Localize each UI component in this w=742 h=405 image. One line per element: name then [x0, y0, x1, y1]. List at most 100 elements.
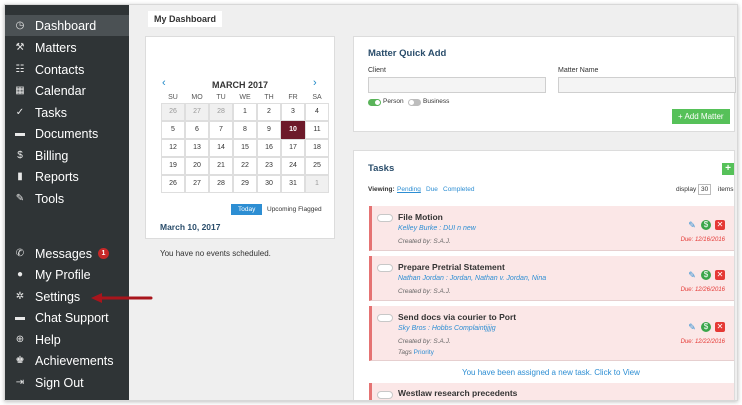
display-count-select[interactable]: 30 — [698, 184, 712, 195]
calendar-day[interactable]: 19 — [161, 157, 185, 175]
task-item[interactable]: Prepare Pretrial Statement Nathan Jordan… — [369, 256, 734, 301]
calendar-day[interactable]: 18 — [305, 139, 329, 157]
calendar-day[interactable]: 20 — [185, 157, 209, 175]
calendar-day[interactable]: 30 — [257, 175, 281, 193]
quick-add-title: Matter Quick Add — [368, 48, 447, 59]
sidebar-item-my-profile[interactable]: ● My Profile — [5, 264, 129, 285]
sidebar-item-sign-out[interactable]: ⇥ Sign Out — [5, 372, 129, 393]
calendar-day[interactable]: 27 — [185, 103, 209, 121]
add-task-button[interactable]: + — [722, 163, 734, 175]
filter-due[interactable]: Due — [426, 186, 438, 193]
task-complete-toggle[interactable] — [377, 214, 393, 222]
task-title: Send docs via courier to Port — [398, 312, 517, 322]
pencil-icon[interactable]: ✎ — [687, 270, 697, 280]
calendar-day[interactable]: 4 — [305, 103, 329, 121]
calendar-day[interactable]: 7 — [209, 121, 233, 139]
sidebar-item-contacts[interactable]: ☷ Contacts — [5, 59, 129, 80]
calendar-day[interactable]: 28 — [209, 175, 233, 193]
task-matter-link[interactable]: Nathan Jordan : Jordan, Nathan v. Jordan… — [398, 275, 546, 282]
weekday-label: FR — [288, 94, 298, 101]
pencil-icon[interactable]: ✎ — [687, 220, 697, 230]
sidebar-item-messages[interactable]: ✆ Messages 1 — [5, 243, 129, 264]
task-matter-link[interactable]: Kelley Burke : DUI n new — [398, 225, 476, 232]
calendar-day[interactable]: 28 — [209, 103, 233, 121]
calendar-day[interactable]: 6 — [185, 121, 209, 139]
dollar-icon[interactable]: $ — [701, 270, 711, 280]
calendar-day[interactable]: 17 — [281, 139, 305, 157]
calendar-day[interactable]: 27 — [185, 175, 209, 193]
calendar-day[interactable]: 26 — [161, 175, 185, 193]
sidebar-item-chat-support[interactable]: ▬ Chat Support — [5, 307, 129, 328]
matter-name-input[interactable] — [558, 77, 736, 93]
close-icon[interactable]: ✕ — [715, 220, 725, 230]
calendar-day[interactable]: 9 — [257, 121, 281, 139]
business-label: Business — [423, 98, 450, 105]
plus-icon: + — [725, 163, 731, 174]
calendar-day[interactable]: 12 — [161, 139, 185, 157]
calendar-day[interactable]: 23 — [257, 157, 281, 175]
calendar-day[interactable]: 26 — [161, 103, 185, 121]
task-complete-toggle[interactable] — [377, 264, 393, 272]
calendar-day[interactable]: 1 — [233, 103, 257, 121]
sidebar-item-label: My Profile — [35, 267, 91, 282]
calendar-day[interactable]: 24 — [281, 157, 305, 175]
add-matter-button[interactable]: + Add Matter — [672, 109, 730, 124]
new-task-notice[interactable]: You have been assigned a new task. Click… — [462, 368, 640, 377]
calendar-day[interactable]: 13 — [185, 139, 209, 157]
dollar-icon[interactable]: $ — [701, 322, 711, 332]
sidebar-item-achievements[interactable]: ♚ Achievements — [5, 350, 129, 371]
calendar-day[interactable]: 29 — [233, 175, 257, 193]
calendar-day[interactable]: 5 — [161, 121, 185, 139]
sidebar-item-reports[interactable]: ▮ Reports — [5, 166, 129, 187]
calendar-panel: ‹ MARCH 2017 › SU MO TU WE TH FR SA 26 2… — [145, 36, 335, 258]
next-month-button[interactable]: › — [313, 77, 317, 89]
calendar-day[interactable]: 3 — [281, 103, 305, 121]
weekday-label: TH — [264, 94, 274, 101]
client-input[interactable] — [368, 77, 546, 93]
sidebar-item-billing[interactable]: $ Billing — [5, 145, 129, 166]
task-item[interactable]: Send docs via courier to Port Sky Bros :… — [369, 306, 734, 361]
tag-priority[interactable]: Priority — [414, 349, 434, 356]
close-icon[interactable]: ✕ — [715, 270, 725, 280]
calendar-day[interactable]: 25 — [305, 157, 329, 175]
calendar-day[interactable]: 21 — [209, 157, 233, 175]
calendar-day[interactable]: 2 — [257, 103, 281, 121]
task-matter-link[interactable]: Sky Bros : Hobbs Complaintjjjjg — [398, 325, 496, 332]
calendar-day[interactable]: 31 — [281, 175, 305, 193]
filter-pending[interactable]: Pending — [397, 186, 421, 193]
calendar-day[interactable]: 22 — [233, 157, 257, 175]
calendar-day[interactable]: 8 — [233, 121, 257, 139]
business-toggle[interactable] — [408, 99, 421, 106]
lifebuoy-icon: ⊕ — [15, 334, 25, 345]
upcoming-flagged-button[interactable]: Upcoming Flagged — [267, 206, 322, 213]
sidebar-item-tasks[interactable]: ✓ Tasks — [5, 102, 129, 123]
sidebar-item-documents[interactable]: ▬ Documents — [5, 123, 129, 144]
task-item[interactable]: File Motion Kelley Burke : DUI n new Cre… — [369, 206, 734, 251]
calendar-day[interactable]: 15 — [233, 139, 257, 157]
weekday-label: TU — [216, 94, 226, 101]
sidebar-item-dashboard[interactable]: ◷ Dashboard — [5, 15, 129, 36]
sidebar-item-label: Dashboard — [35, 18, 97, 33]
calendar-day[interactable]: 16 — [257, 139, 281, 157]
person-toggle[interactable] — [368, 99, 381, 106]
sidebar-item-label: Documents — [35, 126, 99, 141]
filter-completed[interactable]: Completed — [443, 186, 474, 193]
today-button[interactable]: Today — [231, 204, 263, 215]
sidebar-item-tools[interactable]: ✎ Tools — [5, 188, 129, 209]
pencil-icon[interactable]: ✎ — [687, 322, 697, 332]
weekday-label: WE — [239, 94, 251, 101]
calendar-day[interactable]: 1 — [305, 175, 329, 193]
task-item[interactable]: Westlaw research precedents — [369, 383, 734, 400]
sidebar-item-matters[interactable]: ⚒ Matters — [5, 37, 129, 58]
calendar-day-selected[interactable]: 10 — [281, 121, 305, 139]
weekday-label: SU — [168, 94, 178, 101]
dollar-icon[interactable]: $ — [701, 220, 711, 230]
calendar-day[interactable]: 11 — [305, 121, 329, 139]
check-icon: ✓ — [15, 107, 25, 118]
close-icon[interactable]: ✕ — [715, 322, 725, 332]
task-complete-toggle[interactable] — [377, 391, 393, 399]
sidebar-item-calendar[interactable]: ▦ Calendar — [5, 80, 129, 101]
task-complete-toggle[interactable] — [377, 314, 393, 322]
calendar-day[interactable]: 14 — [209, 139, 233, 157]
sidebar-item-help[interactable]: ⊕ Help — [5, 329, 129, 350]
